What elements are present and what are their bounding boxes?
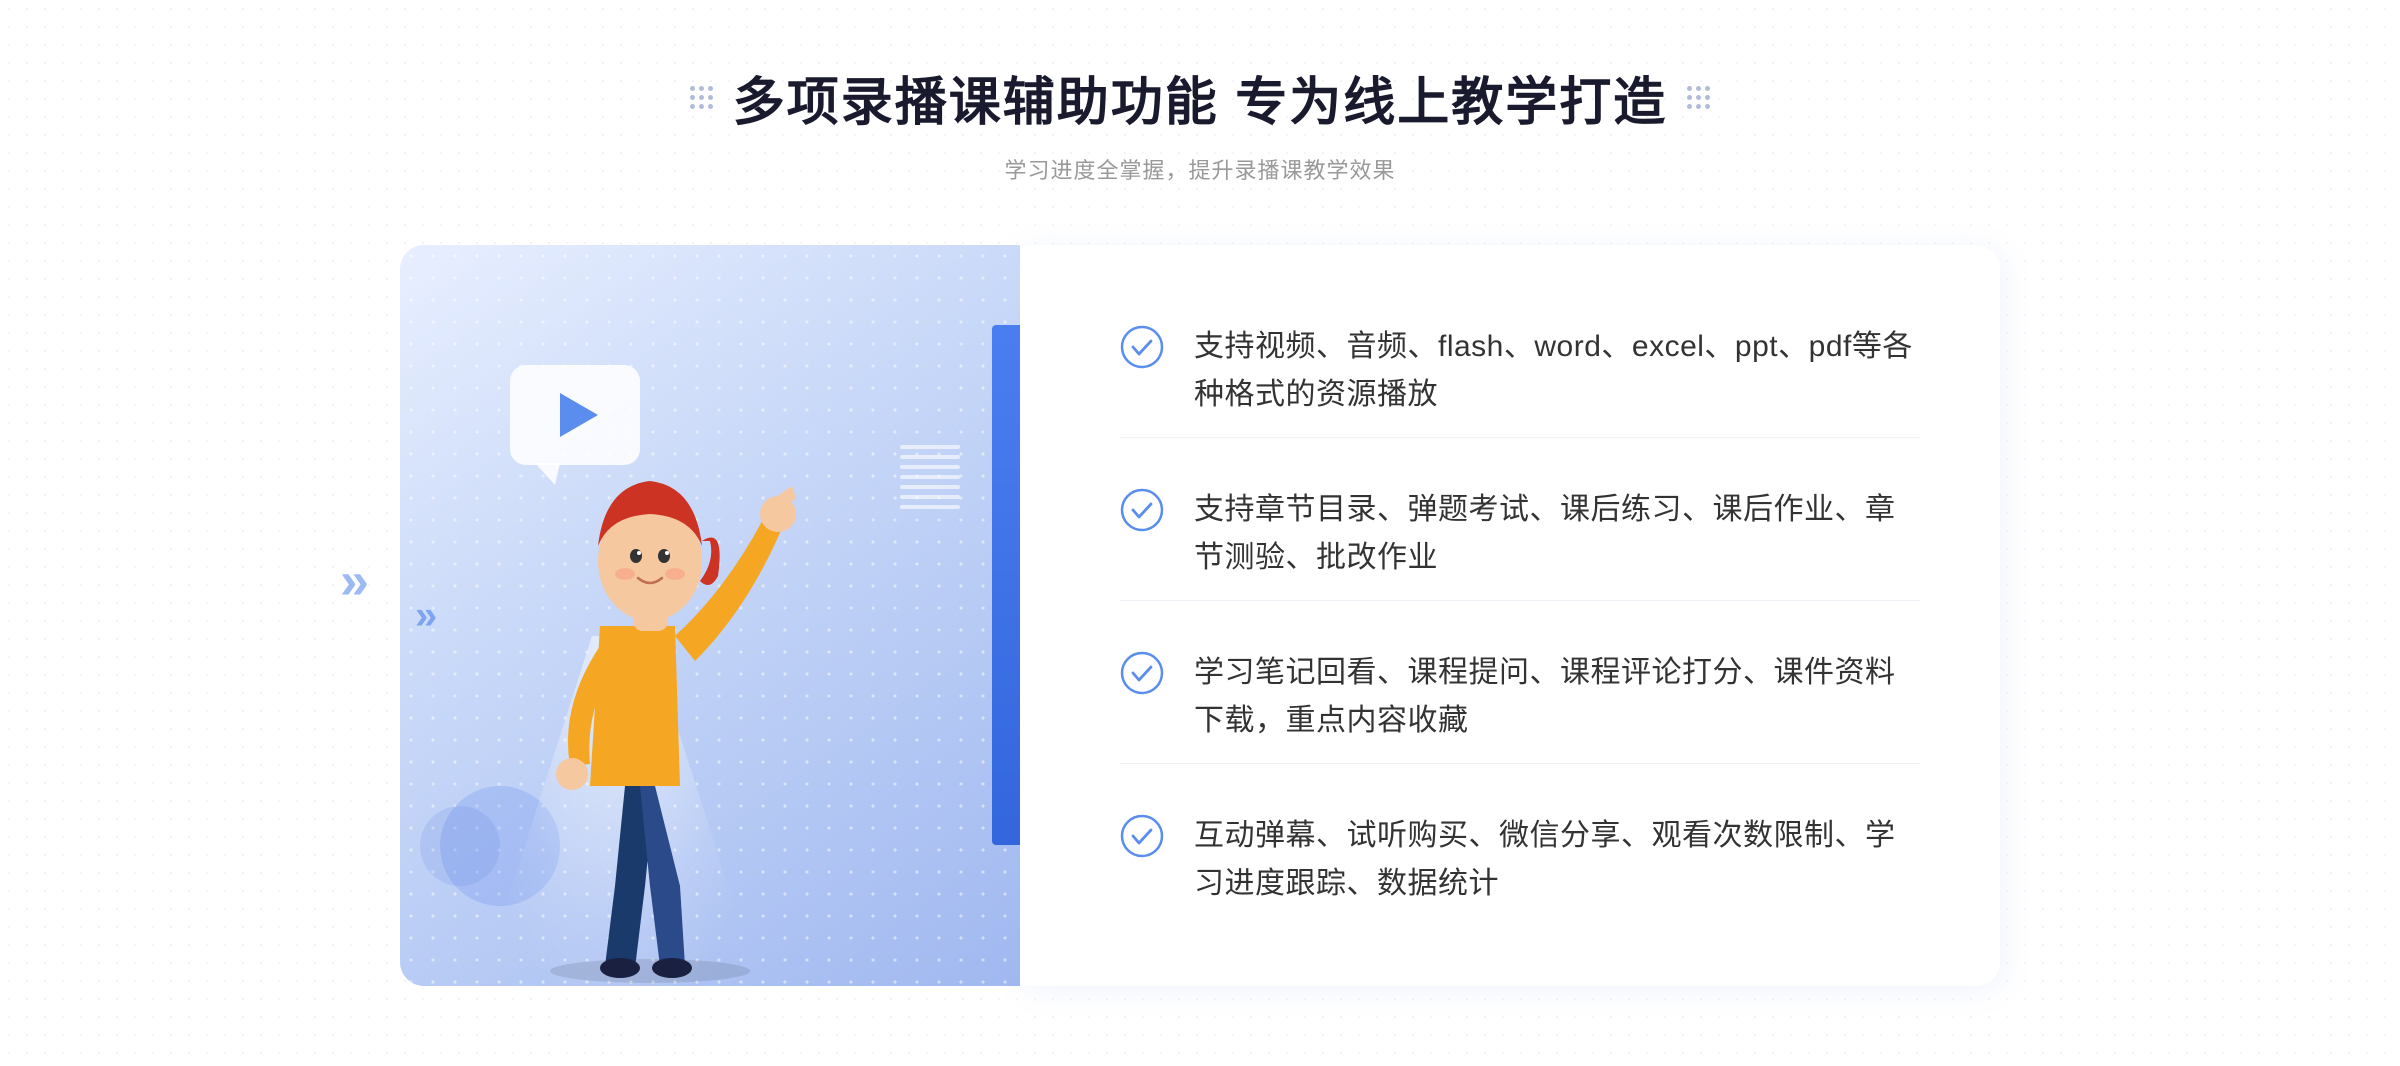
feature-item-4: 互动弹幕、试听购买、微信分享、观看次数限制、学习进度跟踪、数据统计	[1120, 794, 1920, 926]
feature-item-3: 学习笔记回看、课程提问、课程评论打分、课件资料下载，重点内容收藏	[1120, 631, 1920, 764]
feature-text-1: 支持视频、音频、flash、word、excel、ppt、pdf等各种格式的资源…	[1194, 323, 1920, 419]
blue-bar	[992, 325, 1020, 845]
stripe-decoration	[900, 445, 960, 525]
check-icon-3	[1120, 651, 1164, 695]
feature-text-4: 互动弹幕、试听购买、微信分享、观看次数限制、学习进度跟踪、数据统计	[1194, 812, 1920, 908]
title-row: 多项录播课辅助功能 专为线上教学打造	[690, 60, 1710, 135]
person-illustration	[460, 406, 840, 986]
check-icon-4	[1120, 814, 1164, 858]
left-decoration	[690, 86, 713, 109]
illustration-area: »	[400, 245, 1020, 986]
main-title: 多项录播课辅助功能 专为线上教学打造	[733, 60, 1667, 135]
page-container: 多项录播课辅助功能 专为线上教学打造 学习进度全掌握，提升录播课教学效果	[0, 0, 2400, 1066]
feature-text-2: 支持章节目录、弹题考试、课后练习、课后作业、章节测验、批改作业	[1194, 486, 1920, 582]
left-chevron-decoration: »	[340, 551, 369, 611]
features-panel: 支持视频、音频、flash、word、excel、ppt、pdf等各种格式的资源…	[1020, 245, 2000, 986]
chevron-left-icon: »	[415, 593, 437, 638]
check-icon-2	[1120, 488, 1164, 532]
header-section: 多项录播课辅助功能 专为线上教学打造 学习进度全掌握，提升录播课教学效果	[690, 60, 1710, 185]
content-section: »	[400, 245, 2000, 986]
feature-text-3: 学习笔记回看、课程提问、课程评论打分、课件资料下载，重点内容收藏	[1194, 649, 1920, 745]
feature-item-2: 支持章节目录、弹题考试、课后练习、课后作业、章节测验、批改作业	[1120, 468, 1920, 601]
check-icon-1	[1120, 325, 1164, 369]
right-decoration	[1687, 86, 1710, 109]
feature-item-1: 支持视频、音频、flash、word、excel、ppt、pdf等各种格式的资源…	[1120, 305, 1920, 438]
subtitle: 学习进度全掌握，提升录播课教学效果	[690, 153, 1710, 185]
